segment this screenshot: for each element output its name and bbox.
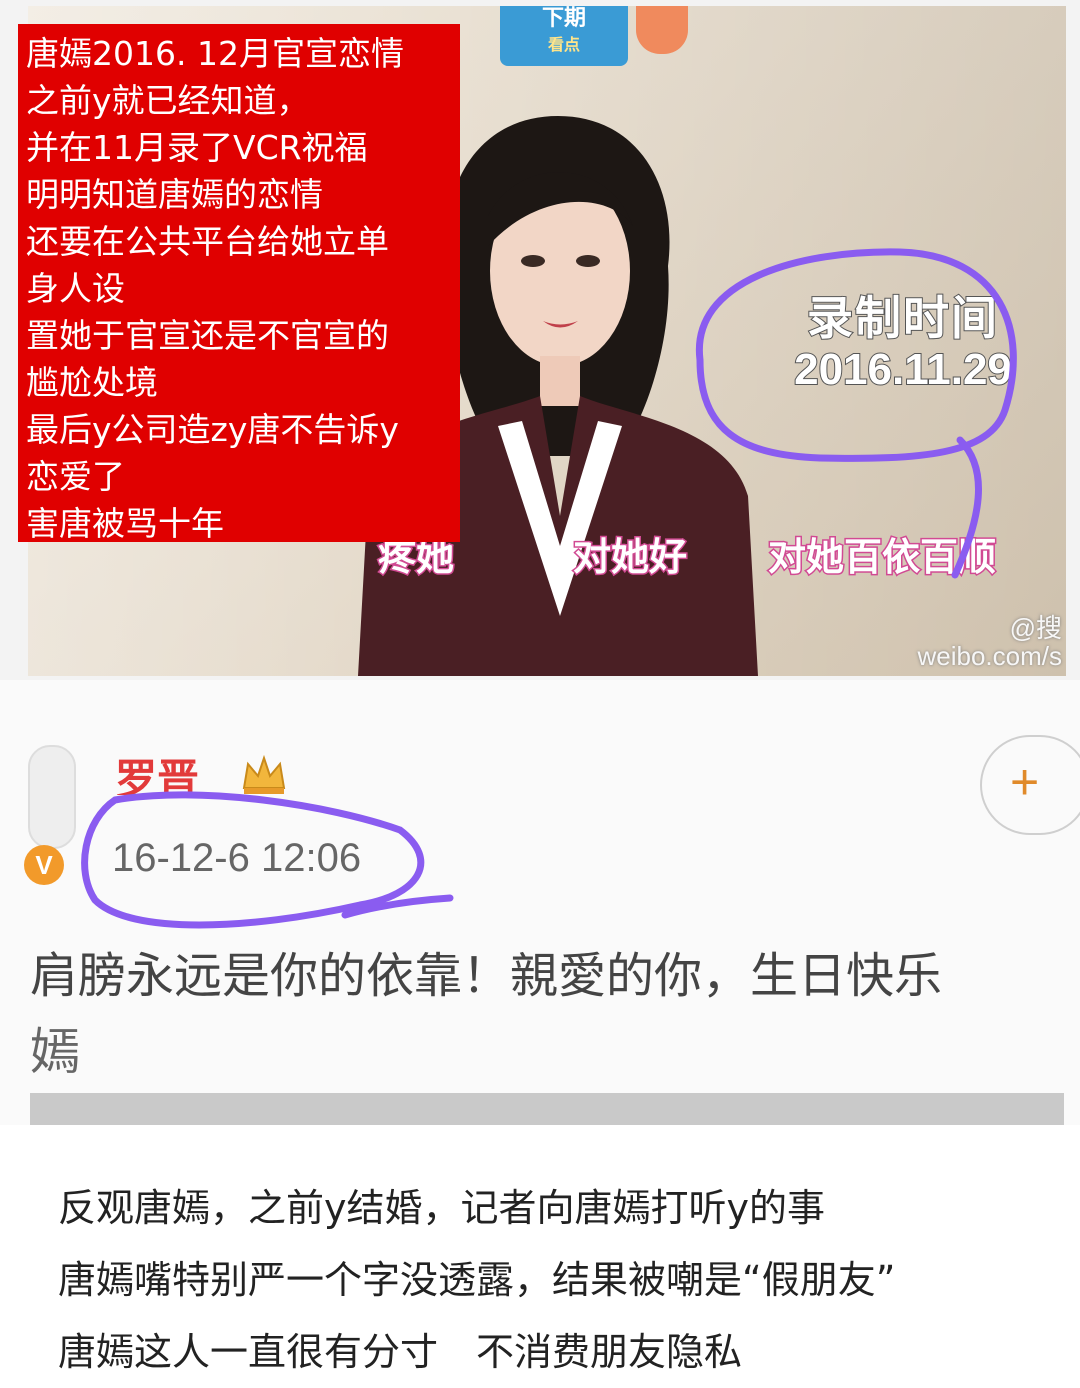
recording-label: 录制时间	[806, 291, 999, 345]
crown-icon	[242, 754, 286, 794]
avatar[interactable]	[28, 745, 76, 849]
verified-icon: V	[24, 845, 64, 885]
red-box-line: 最后y公司造zy唐不告诉y	[26, 410, 399, 449]
caption-line: 唐嫣嘴特别严一个字没透露，结果被嘲是“假朋友”	[58, 1258, 896, 1302]
red-annotation-box: 唐嫣2016. 12月官宣恋情 之前y就已经知道， 并在11月录了VCR祝福 明…	[18, 24, 460, 543]
watermark-line-1: @搜	[1009, 613, 1062, 643]
attachment-strip	[30, 1093, 1064, 1125]
next-episode-badge: 下期 看点	[500, 6, 628, 66]
red-box-line: 恋爱了	[26, 457, 125, 496]
screenshot-image: 下期 看点 录制时间 2016.11.29 疼她 对她好 对她百依百顺 @搜 w…	[0, 0, 1080, 1125]
red-box-line: 尴尬处境	[26, 363, 158, 402]
post-username[interactable]: 罗晋	[115, 745, 199, 795]
red-box-line: 置她于官宣还是不官宣的	[26, 316, 389, 355]
red-box-line: 身人设	[26, 269, 125, 308]
post-text-line-2: 嫣	[30, 1023, 80, 1081]
red-box-line: 唐嫣2016. 12月官宣恋情	[26, 34, 404, 73]
video-tag-2: 对她好	[571, 534, 688, 581]
follow-button[interactable]: +	[980, 735, 1080, 835]
red-box-line: 明明知道唐嫣的恋情	[26, 175, 323, 214]
caption-line: 反观唐嫣，之前y结婚，记者向唐嫣打听y的事	[58, 1186, 825, 1230]
red-box-line: 之前y就已经知道，	[26, 81, 310, 120]
caption-line: 唐嫣这人一直很有分寸 不消费朋友隐私	[58, 1330, 743, 1374]
watermark-line-2: weibo.com/s	[917, 641, 1063, 671]
recording-time-overlay: 录制时间 2016.11.29	[768, 291, 1038, 395]
weibo-watermark: @搜 weibo.com/s	[918, 614, 1063, 670]
post-timestamp: 16-12-6 12:06	[112, 836, 362, 880]
badge-line-1: 下期	[541, 6, 586, 31]
red-box-line: 还要在公共平台给她立单	[26, 222, 389, 261]
video-tag-3: 对她百依百顺	[766, 534, 997, 581]
post-text-line-1: 肩膀永远是你的依靠！親愛的你，生日快乐	[30, 948, 943, 1004]
plus-icon: +	[1010, 754, 1040, 810]
red-box-line: 并在11月录了VCR祝福	[26, 128, 368, 167]
orange-badge	[636, 6, 688, 54]
badge-line-2: 看点	[547, 35, 580, 54]
red-box-line: 害唐被骂十年	[26, 504, 224, 543]
recording-date: 2016.11.29	[793, 344, 1013, 395]
caption-text: 反观唐嫣，之前y结婚，记者向唐嫣打听y的事 唐嫣嘴特别严一个字没透露，结果被嘲是…	[58, 1172, 1068, 1388]
